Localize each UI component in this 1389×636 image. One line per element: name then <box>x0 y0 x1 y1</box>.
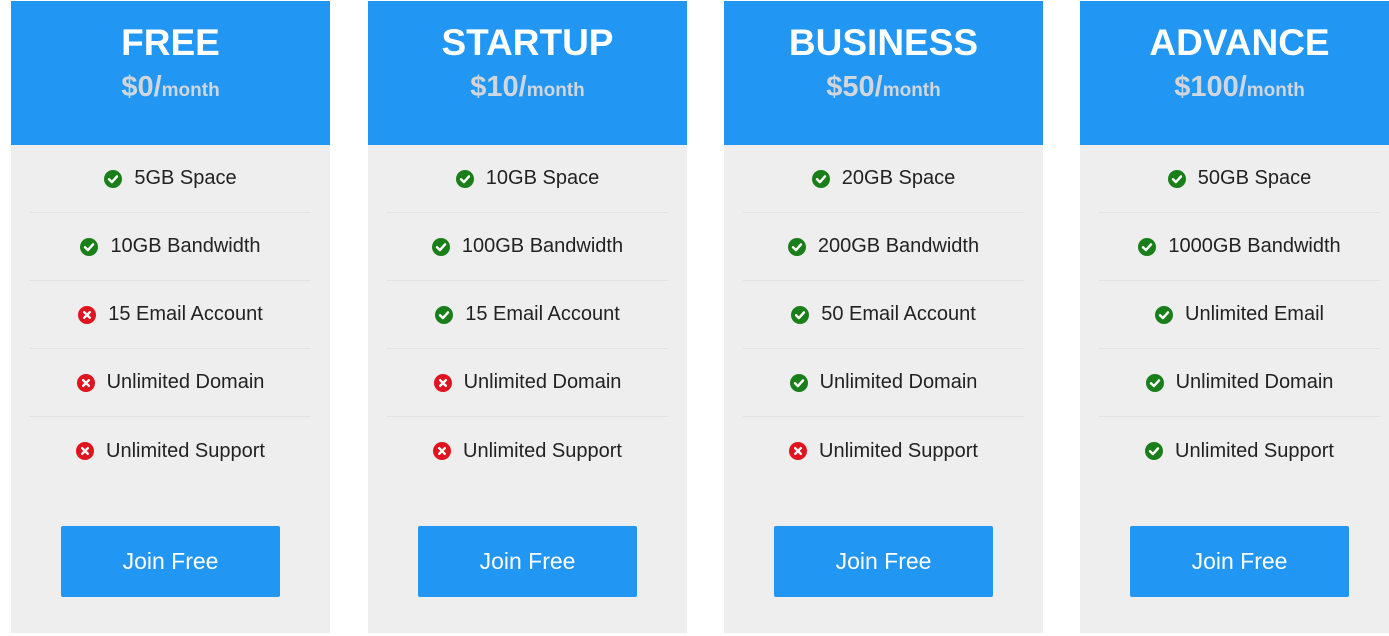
check-circle-icon <box>431 237 450 256</box>
feature-label: 1000GB Bandwidth <box>1168 235 1341 257</box>
check-circle-icon <box>787 237 806 256</box>
feature-label: Unlimited Support <box>106 439 265 462</box>
join-free-button[interactable]: Join Free <box>418 526 637 597</box>
feature-label: Unlimited Domain <box>106 371 265 393</box>
pricing-card-startup: STARTUP $10/month 10GB Space 100GB Bandw… <box>368 1 687 633</box>
feature-item: Unlimited Support <box>1099 417 1380 485</box>
plan-price: $10/month <box>368 70 687 109</box>
x-circle-icon <box>76 373 95 392</box>
feature-item: 100GB Bandwidth <box>387 213 668 281</box>
feature-label: 10GB Space <box>485 167 600 189</box>
card-header: BUSINESS $50/month <box>724 1 1043 145</box>
feature-label: 20GB Space <box>841 167 956 189</box>
check-circle-icon <box>435 305 454 324</box>
feature-item: Unlimited Support <box>743 417 1024 485</box>
feature-label: Unlimited Domain <box>1175 371 1334 393</box>
feature-item: 10GB Bandwidth <box>30 213 311 281</box>
feature-label: 5GB Space <box>134 167 237 189</box>
x-circle-icon <box>76 442 95 460</box>
x-circle-icon <box>433 442 452 460</box>
feature-item: 200GB Bandwidth <box>743 213 1024 281</box>
feature-item: 50 Email Account <box>743 281 1024 349</box>
feature-item: Unlimited Support <box>387 417 668 485</box>
feature-item: 15 Email Account <box>30 281 311 349</box>
plan-price: $100/month <box>1080 70 1389 109</box>
price-period: month <box>526 80 585 101</box>
plan-name: ADVANCE <box>1149 22 1330 63</box>
plan-name: BUSINESS <box>788 22 979 63</box>
plan-price: $0/month <box>11 70 330 109</box>
feature-item: Unlimited Domain <box>743 349 1024 417</box>
check-circle-icon <box>1167 169 1186 188</box>
plan-price: $50/month <box>724 70 1043 109</box>
check-circle-icon <box>80 237 99 256</box>
check-circle-icon <box>789 373 808 392</box>
price-amount: $100/ <box>1174 71 1247 103</box>
feature-item: 5GB Space <box>30 145 311 213</box>
feature-list: 50GB Space 1000GB Bandwidth Unlimited Em… <box>1080 145 1389 485</box>
feature-label: 200GB Bandwidth <box>817 235 980 257</box>
feature-label: 100GB Bandwidth <box>461 235 624 257</box>
feature-item: Unlimited Email <box>1099 281 1380 349</box>
join-free-button[interactable]: Join Free <box>774 526 993 597</box>
feature-label: 50GB Space <box>1197 167 1312 189</box>
pricing-card-business: BUSINESS $50/month 20GB Space 200GB Band… <box>724 1 1043 633</box>
feature-label: 50 Email Account <box>821 303 976 325</box>
x-circle-icon <box>789 442 808 460</box>
price-period: month <box>1246 80 1305 101</box>
price-amount: $10/ <box>470 71 527 103</box>
feature-label: Unlimited Support <box>819 439 978 462</box>
feature-label: Unlimited Email <box>1185 303 1324 325</box>
check-circle-icon <box>791 305 810 324</box>
check-circle-icon <box>1138 237 1157 256</box>
check-circle-icon <box>811 169 830 188</box>
price-amount: $0/ <box>121 71 162 103</box>
price-period: month <box>882 80 941 101</box>
price-amount: $50/ <box>826 71 883 103</box>
feature-label: 10GB Bandwidth <box>110 235 261 257</box>
feature-item: 15 Email Account <box>387 281 668 349</box>
pricing-table: FREE $0/month 5GB Space 10GB Bandwidth 1… <box>0 0 1389 636</box>
check-circle-icon <box>1145 373 1164 392</box>
feature-list: 5GB Space 10GB Bandwidth 15 Email Accoun… <box>11 145 330 485</box>
check-circle-icon <box>1155 305 1174 324</box>
plan-name: STARTUP <box>441 22 614 63</box>
price-period: month <box>161 80 220 101</box>
feature-item: Unlimited Domain <box>30 349 311 417</box>
feature-label: Unlimited Domain <box>463 371 622 393</box>
feature-item: 1000GB Bandwidth <box>1099 213 1380 281</box>
feature-label: Unlimited Domain <box>819 371 978 393</box>
feature-label: 15 Email Account <box>465 303 620 325</box>
feature-item: Unlimited Domain <box>1099 349 1380 417</box>
feature-label: Unlimited Support <box>1175 439 1334 462</box>
feature-list: 10GB Space 100GB Bandwidth 15 Email Acco… <box>368 145 687 485</box>
card-header: ADVANCE $100/month <box>1080 1 1389 145</box>
feature-item: 10GB Space <box>387 145 668 213</box>
feature-label: 15 Email Account <box>108 303 263 325</box>
feature-list: 20GB Space 200GB Bandwidth 50 Email Acco… <box>724 145 1043 485</box>
check-circle-icon <box>455 169 474 188</box>
check-circle-icon <box>104 169 123 188</box>
card-header: FREE $0/month <box>11 1 330 145</box>
pricing-card-free: FREE $0/month 5GB Space 10GB Bandwidth 1… <box>11 1 330 633</box>
check-circle-icon <box>1145 442 1164 460</box>
x-circle-icon <box>433 373 452 392</box>
join-free-button[interactable]: Join Free <box>61 526 280 597</box>
card-header: STARTUP $10/month <box>368 1 687 145</box>
pricing-card-advance: ADVANCE $100/month 50GB Space 1000GB Ban… <box>1080 1 1389 633</box>
feature-item: Unlimited Domain <box>387 349 668 417</box>
feature-label: Unlimited Support <box>463 439 622 462</box>
feature-item: 50GB Space <box>1099 145 1380 213</box>
join-free-button[interactable]: Join Free <box>1130 526 1349 597</box>
plan-name: FREE <box>121 22 220 63</box>
feature-item: Unlimited Support <box>30 417 311 485</box>
feature-item: 20GB Space <box>743 145 1024 213</box>
x-circle-icon <box>78 305 97 324</box>
